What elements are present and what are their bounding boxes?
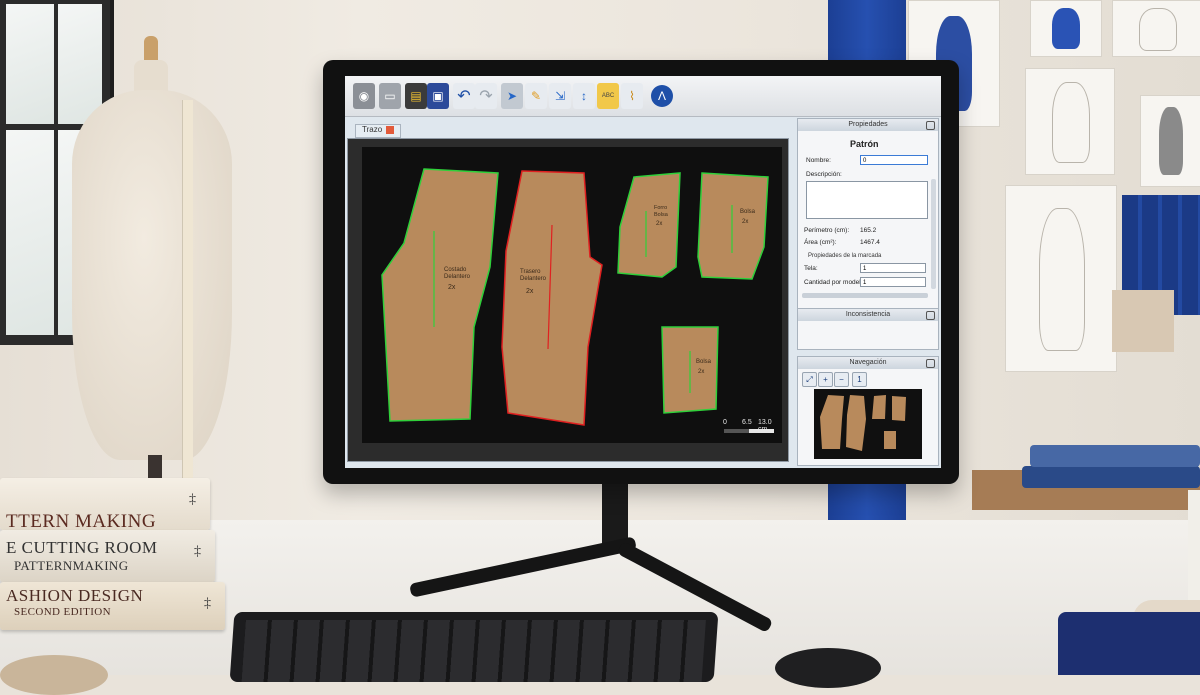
document-tab[interactable]: Trazo: [355, 124, 402, 138]
piece-label: Costado: [444, 267, 467, 273]
perimeter-label: Perímetro (cm):: [804, 227, 850, 234]
pattern-piece-front-leg[interactable]: [381, 168, 499, 422]
zoom-actual-icon[interactable]: 1: [852, 372, 867, 387]
name-label: Nombre:: [806, 157, 831, 164]
quantity-label: Cantidad por modelo:: [804, 279, 867, 286]
piece-label: Bolsa: [654, 212, 669, 218]
folded-fabric: [1022, 466, 1200, 488]
export-icon[interactable]: ⇲: [549, 83, 571, 109]
panel-header: Inconsistencia: [798, 309, 938, 321]
description-field[interactable]: [806, 181, 928, 219]
fashion-sketch: [1030, 0, 1102, 57]
piece-label: Bolsa: [696, 359, 712, 365]
piece-label: 2x: [698, 369, 704, 375]
panel-header: Propiedades: [798, 119, 938, 131]
piece-label: Delantero: [444, 274, 471, 280]
area-label: Área (cm²):: [804, 239, 837, 246]
redo-icon[interactable]: ↷: [475, 83, 497, 109]
folded-fabric: [1030, 445, 1200, 467]
book-fashion-design: ASHION DESIGN SECOND EDITION ‡: [0, 582, 225, 630]
pattern-layout: Costado Delantero 2x Trasero Delantero 2…: [381, 168, 774, 433]
fashion-sketch: [1005, 185, 1117, 372]
grading-icon[interactable]: ⌇: [621, 83, 643, 109]
measure-ruler-icon[interactable]: ↕: [573, 83, 595, 109]
app-window: ◉ ▭ ▤ ▣ ↶ ↷ ➤ ✎ ⇲ ↕ ABC ⌇ Λ Trazo Costad…: [345, 76, 941, 468]
book-pattern-making: TTERN MAKING ‡: [0, 478, 210, 532]
scale-label-max: 13.0 cm: [758, 419, 772, 433]
open-folder-icon[interactable]: ▤: [405, 83, 427, 109]
book-cutting-room: E CUTTING ROOM PATTERNMAKING ‡: [0, 530, 215, 582]
zoom-out-icon[interactable]: −: [834, 372, 849, 387]
piece-label: 2x: [448, 284, 456, 291]
pin-icon[interactable]: [926, 121, 935, 130]
horizontal-scrollbar[interactable]: [802, 293, 928, 298]
quantity-stepper[interactable]: 1: [860, 277, 926, 287]
fashion-sketch: [1140, 95, 1200, 187]
fabric-field[interactable]: 1: [860, 263, 926, 273]
dress-form: [62, 36, 242, 520]
scale-label-mid: 6.5: [742, 419, 752, 426]
mouse: [775, 648, 881, 688]
toolbar: ◉ ▭ ▤ ▣ ↶ ↷ ➤ ✎ ⇲ ↕ ABC ⌇ Λ: [345, 76, 941, 117]
piece-label: 2x: [742, 219, 748, 225]
close-icon[interactable]: [386, 125, 395, 134]
camera-icon[interactable]: ◉: [353, 83, 375, 109]
area-value: 1467.4: [860, 239, 880, 246]
pin-icon[interactable]: [926, 311, 935, 320]
pattern-piece-back-leg[interactable]: [501, 170, 603, 426]
properties-scrollbar[interactable]: [931, 179, 936, 289]
fit-view-icon[interactable]: ⤢: [802, 372, 817, 387]
canvas-frame: Costado Delantero 2x Trasero Delantero 2…: [347, 138, 789, 462]
fashion-sketch: [1025, 68, 1115, 175]
perimeter-value: 165.2: [860, 227, 877, 234]
pattern-piece-pocket-2[interactable]: [697, 172, 769, 280]
description-label: Descripción:: [806, 171, 842, 178]
preview-thumbnail: [820, 395, 906, 451]
undo-icon[interactable]: ↶: [453, 83, 475, 109]
name-field[interactable]: 0: [860, 155, 928, 165]
pattern-canvas[interactable]: Costado Delantero 2x Trasero Delantero 2…: [362, 147, 782, 443]
scale-label-0: 0: [723, 419, 727, 426]
text-label-icon[interactable]: ABC: [597, 83, 619, 109]
pencil-icon[interactable]: ✎: [525, 83, 547, 109]
piece-label: 2x: [656, 221, 662, 227]
pen-cup: [1188, 490, 1200, 600]
fabric-label: Tela:: [804, 265, 818, 272]
piece-label: Trasero: [520, 269, 541, 275]
fashion-sketch: [1112, 0, 1200, 57]
scanner-icon[interactable]: ▭: [379, 83, 401, 109]
bowl: [0, 655, 108, 695]
fabric-swatch: [1112, 290, 1174, 352]
logo-icon[interactable]: Λ: [651, 85, 673, 107]
piece-label: 2x: [526, 288, 534, 295]
navy-fabric: [1058, 612, 1200, 675]
piece-label: Bolsa: [740, 209, 756, 215]
pattern-title: Patrón: [850, 139, 879, 149]
piece-label: Forro: [654, 205, 667, 211]
select-pointer-icon[interactable]: ➤: [501, 83, 523, 109]
keyboard: [229, 612, 719, 682]
navigation-panel: Navegación ⤢ + − 1: [797, 356, 939, 466]
zoom-in-icon[interactable]: +: [818, 372, 833, 387]
marker-section-label: Propiedades de la marcada: [808, 253, 882, 259]
monitor: ◉ ▭ ▤ ▣ ↶ ↷ ➤ ✎ ⇲ ↕ ABC ⌇ Λ Trazo Costad…: [323, 60, 959, 484]
navigation-preview[interactable]: [814, 389, 922, 459]
save-icon[interactable]: ▣: [427, 83, 449, 109]
panel-header: Navegación: [798, 357, 938, 369]
pattern-piece-pocket-1[interactable]: [617, 172, 681, 278]
piece-label: Delantero: [520, 276, 547, 282]
pin-icon[interactable]: [926, 359, 935, 368]
inconsistency-panel: Inconsistencia: [797, 308, 939, 350]
